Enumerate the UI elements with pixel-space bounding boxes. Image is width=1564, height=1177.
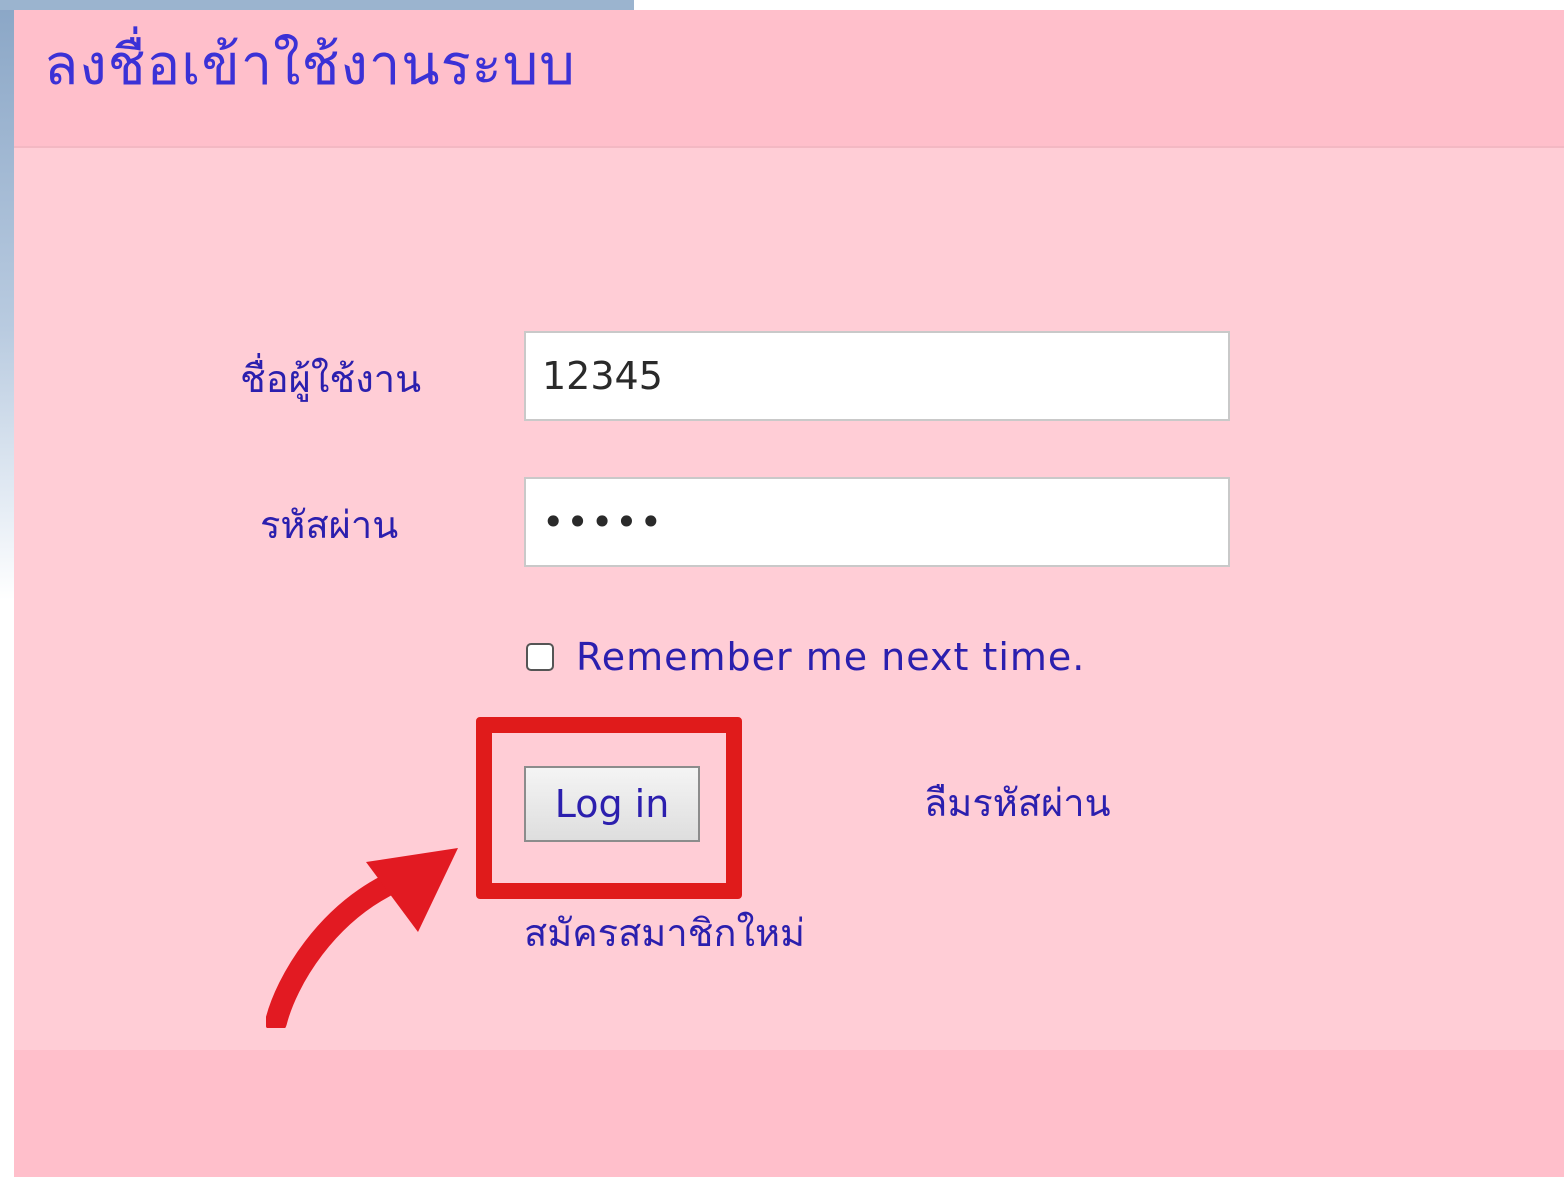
login-panel: ลงชื่อเข้าใช้งานระบบ ชื่อผู้ใช้งาน รหัสผ…: [14, 10, 1564, 1177]
remember-me-row[interactable]: Remember me next time.: [526, 635, 1086, 679]
remember-me-checkbox[interactable]: [526, 643, 554, 671]
window-top-edge: [0, 0, 634, 10]
login-button[interactable]: Log in: [524, 766, 700, 842]
page-title: ลงชื่อเข้าใช้งานระบบ: [44, 33, 576, 98]
panel-footer: [14, 1050, 1564, 1177]
curved-arrow-icon: [266, 848, 458, 1028]
password-label: รหัสผ่าน: [260, 503, 399, 547]
window-edge: [0, 0, 14, 600]
password-input[interactable]: [524, 477, 1230, 567]
forgot-password-link[interactable]: ลืมรหัสผ่าน: [924, 784, 1111, 822]
register-link[interactable]: สมัครสมาชิกใหม่: [524, 914, 805, 952]
panel-header: ลงชื่อเข้าใช้งานระบบ: [14, 10, 1564, 148]
username-label: ชื่อผู้ใช้งาน: [240, 357, 422, 401]
username-input[interactable]: [524, 331, 1230, 421]
remember-me-label: Remember me next time.: [576, 635, 1086, 679]
